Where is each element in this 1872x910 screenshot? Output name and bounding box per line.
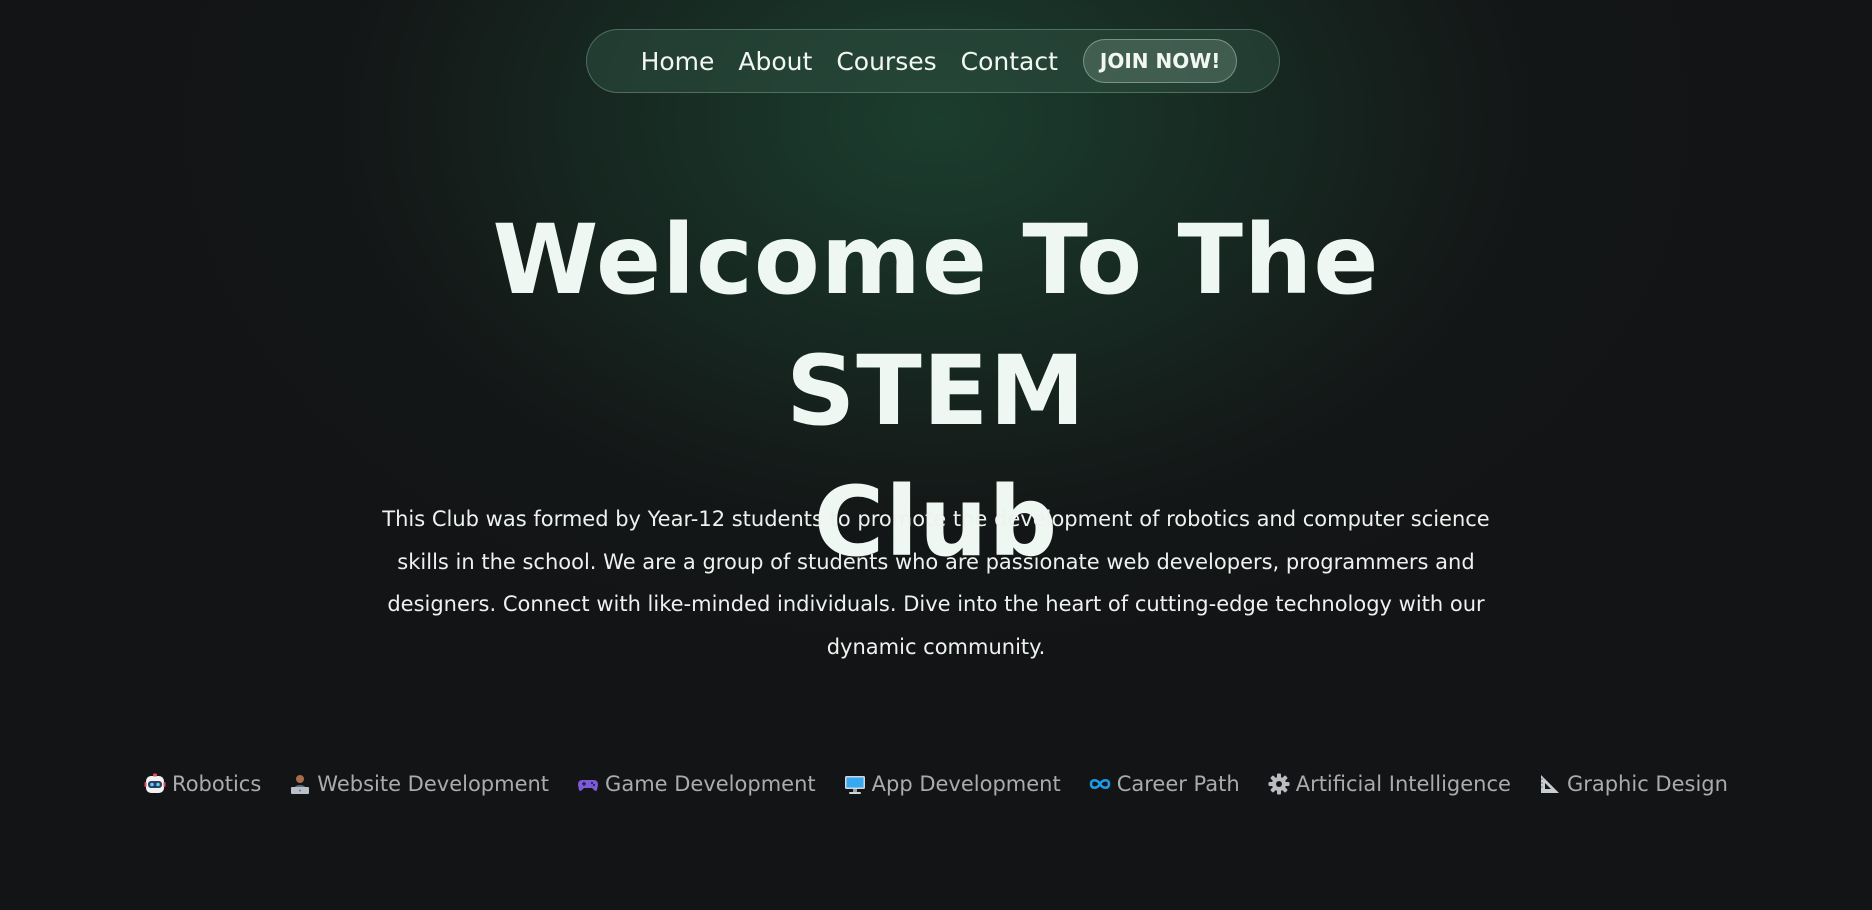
topic-label: App Development (871, 772, 1061, 796)
nav-contact-link[interactable]: Contact (961, 47, 1058, 76)
topic-website-development[interactable]: Website Development (289, 772, 549, 796)
topic-app-development[interactable]: App Development (844, 772, 1061, 796)
computer-icon (844, 773, 866, 795)
technologist-icon (289, 773, 311, 795)
topic-graphic-design[interactable]: Graphic Design (1539, 772, 1728, 796)
hero-description: This Club was formed by Year-12 students… (382, 507, 1490, 659)
topics-list: Robotics Website Development Game Develo… (0, 764, 1872, 804)
topic-game-development[interactable]: Game Development (577, 772, 816, 796)
topic-robotics[interactable]: Robotics (144, 772, 261, 796)
join-now-button[interactable]: JOIN NOW! (1082, 39, 1238, 83)
infinity-icon (1089, 773, 1111, 795)
game-controller-icon (577, 773, 599, 795)
topic-label: Artificial Intelligence (1295, 772, 1511, 796)
top-navigation: Home About Courses Contact JOIN NOW! (586, 29, 1280, 93)
nav-courses-link[interactable]: Courses (836, 47, 936, 76)
topic-label: Game Development (605, 772, 816, 796)
topic-label: Career Path (1116, 772, 1240, 796)
gear-icon (1268, 773, 1290, 795)
triangular-ruler-icon (1539, 773, 1561, 795)
robot-icon (144, 773, 166, 795)
topic-career-path[interactable]: Career Path (1089, 772, 1240, 796)
topic-label: Robotics (172, 772, 262, 796)
topic-artificial-intelligence[interactable]: Artificial Intelligence (1268, 772, 1511, 796)
hero-title-line-1: Welcome To The STEM (492, 204, 1380, 447)
nav-about-link[interactable]: About (738, 47, 812, 76)
nav-home-link[interactable]: Home (641, 47, 715, 76)
topic-label: Graphic Design (1566, 772, 1728, 796)
topic-label: Website Development (317, 772, 550, 796)
